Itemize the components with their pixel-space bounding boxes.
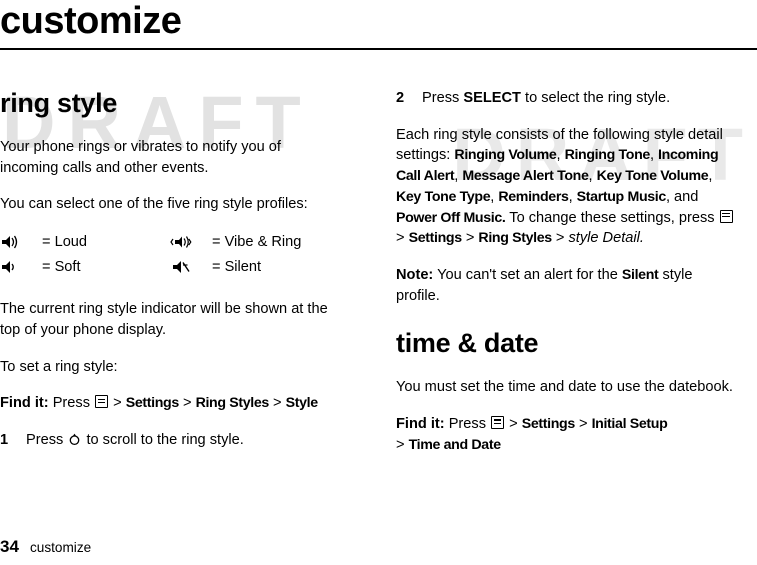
path-separator-2: > [465,230,475,247]
profile-label-vibe-ring: = Vibe & Ring [212,234,302,251]
comma-8: , [665,188,675,205]
comma-4: , [588,168,597,185]
profile-label-soft: = Soft [42,259,81,276]
setting-startup-music: Startup Music [576,188,667,205]
comma-1: , [556,147,565,164]
loud-speaker-icon [0,231,42,256]
navigation-key-icon [68,432,81,446]
path-item-initial-setup: Initial Setup [591,416,668,433]
ring-style-steps-right: 2 Press SELECT to select the ring style. [396,88,736,109]
ring-style-profiles-paragraph: You can select one of the five ring styl… [0,196,308,213]
and-word: and [674,188,699,205]
note-label: Note: [396,267,434,284]
table-row: = Loud = Vibe & Ring [0,231,340,256]
menu-key-icon [491,416,505,430]
path-separator-2: > [182,395,192,412]
ring-style-steps-left: 1 Press to scroll to the ring style. [0,430,340,451]
list-item: 1 Press to scroll to the ring style. [0,430,340,451]
find-it-press-word: Press [52,395,91,412]
list-item: 2 Press SELECT to select the ring style. [396,88,736,109]
time-date-intro-paragraph: You must set the time and date to use th… [396,379,733,396]
find-it-press-word: Press [448,416,487,433]
path-separator-3: > [273,395,282,412]
table-row: = Soft = Silent [0,256,340,281]
step-text-before: Press [26,432,64,449]
path-separator-1: > [396,230,405,247]
path-separator-3: > [396,436,405,453]
comma-7: , [568,188,577,205]
document-page: DRAFT DRAFT customize ring style Your ph… [0,0,757,565]
ring-style-profile-table: = Loud = Vibe & Ring = Soft = Silent [0,231,340,281]
header-divider [0,48,757,50]
ring-indicator-paragraph: The current ring style indicator will be… [0,301,328,338]
path-item-ring-styles: Ring Styles [195,395,270,412]
setting-power-off-music: Power Off Music. [396,209,506,226]
find-it-label: Find it: [396,416,445,433]
path-item-settings: Settings [125,395,180,412]
find-it-label: Find it: [0,395,49,412]
setting-key-tone-volume: Key Tone Volume [596,168,709,185]
menu-key-icon [95,395,109,409]
to-set-ring-style-paragraph: To set a ring style: [0,358,118,375]
soft-speaker-icon [0,256,42,281]
path-item-time-and-date: Time and Date [408,436,502,453]
step-text-before: Press [422,90,460,106]
change-settings-text: To change these settings, press [509,209,715,226]
note-silent-profile: Silent [621,267,659,284]
setting-message-alert-tone: Message Alert Tone [462,168,589,185]
path-item-settings: Settings [408,230,463,247]
ring-style-intro-paragraph: Your phone rings or vibrates to notify y… [0,139,281,176]
path-item-style: Style [285,395,319,412]
profile-label-loud: = Loud [42,234,88,251]
step-text-after: to scroll to the ring style. [86,432,244,449]
path-separator-3: > [555,230,565,247]
path-separator-2: > [578,416,588,433]
section-heading-ring-style: ring style [0,88,118,118]
comma-5: , [708,168,713,185]
path-item-ring-styles: Ring Styles [478,230,552,247]
path-item-settings: Settings [521,416,576,433]
select-softkey-label: SELECT [463,90,521,106]
left-column: ring style Your phone rings or vibrates … [0,88,340,467]
silent-icon [170,256,212,281]
note-text-before: You can't set an alert for the [437,267,618,284]
step-number: 2 [396,90,405,106]
step-text-after: to select the ring style. [525,90,671,106]
section-heading-time-date: time & date [396,328,539,359]
setting-key-tone-type: Key Tone Type [396,188,491,205]
step-number: 1 [0,432,9,449]
page-title: customize [0,0,182,42]
setting-ringing-tone: Ringing Tone [564,147,651,164]
vibe-and-ring-icon [170,231,212,256]
path-separator-1: > [509,416,518,433]
page-footer: 34 customize [0,537,91,557]
find-it-line-ring-style: Find it: Press > Settings > Ring Styles … [0,393,340,414]
path-item-style-detail: style Detail. [568,230,644,247]
footer-page-number: 34 [0,537,19,556]
note-paragraph: Note: You can't set an alert for the Sil… [396,265,736,306]
setting-reminders: Reminders [498,188,569,205]
style-details-paragraph: Each ring style consists of the followin… [396,125,736,249]
comma-2: , [649,147,659,164]
menu-key-icon [719,209,733,223]
footer-chapter-name: customize [29,540,92,555]
path-separator-1: > [113,395,122,412]
find-it-line-time-date: Find it: Press > Settings > Initial Setu… [396,414,736,455]
profile-label-silent: = Silent [212,259,262,276]
setting-ringing-volume: Ringing Volume [454,147,557,164]
right-column: 2 Press SELECT to select the ring style.… [396,88,736,456]
